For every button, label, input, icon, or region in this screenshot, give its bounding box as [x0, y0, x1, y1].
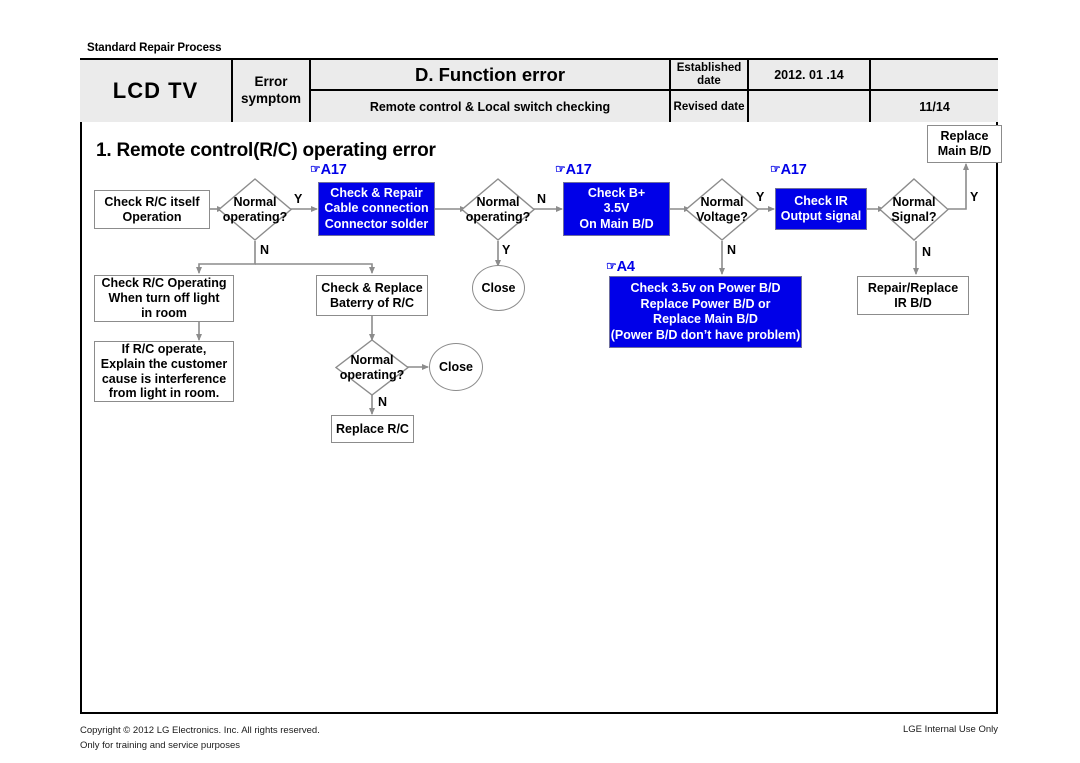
decision-4-label: Normal Signal? [891, 195, 936, 224]
decision-1-label: Normal operating? [223, 195, 288, 224]
node-check-rc-itself-line1: Check R/C itself [104, 194, 200, 209]
edge-label-n1: N [260, 243, 270, 257]
edge-label-y2: Y [502, 243, 511, 257]
node-replace-main-bd-line2: Main B/D [937, 144, 992, 158]
decision-normal-operating-3[interactable]: Normal operating? [335, 339, 409, 396]
edge-label-n2: N [537, 192, 547, 206]
ref-tag-a17-2[interactable]: ☞A17 [555, 162, 592, 178]
decision-3-line1: Normal [700, 195, 744, 210]
node-check-b-plus[interactable]: Check B+ 3.5V On Main B/D [563, 182, 670, 236]
decision-normal-voltage[interactable]: Normal Voltage? [685, 178, 759, 241]
ref-tag-a17-1[interactable]: ☞A17 [310, 162, 347, 178]
decision-4-line2: Signal? [891, 209, 937, 224]
node-replace-rc-label: Replace R/C [336, 421, 409, 436]
edge-label-y3: Y [756, 190, 765, 204]
pointing-hand-icon: ☞ [310, 162, 321, 176]
node-check-rc-itself[interactable]: Check R/C itself Operation [94, 190, 210, 229]
node-check-power-bd-line3: Replace Main B/D [653, 312, 758, 326]
node-check-ir-line2: Output signal [780, 209, 862, 223]
pointing-hand-icon: ☞ [606, 259, 617, 273]
node-replace-rc[interactable]: Replace R/C [331, 415, 414, 443]
node-close-2-label: Close [438, 359, 474, 374]
edge-label-n3: N [727, 243, 737, 257]
node-check-b-plus-line1: Check B+ [587, 185, 646, 200]
pointing-hand-icon: ☞ [555, 162, 566, 176]
decision-2-line2: operating? [465, 209, 531, 224]
edge-label-y1: Y [294, 192, 303, 206]
decision-1-line1: Normal [233, 195, 277, 210]
ref-tag-a17-3[interactable]: ☞A17 [770, 162, 807, 178]
node-check-ir-output[interactable]: Check IR Output signal [775, 188, 867, 230]
flowchart: Check R/C itself Operation Normal operat… [82, 40, 1002, 712]
node-check-repair-cable[interactable]: Check & Repair Cable connection Connecto… [318, 182, 435, 236]
node-check-replace-battery-line1: Check & Replace [321, 280, 423, 295]
decision-1-line2: operating? [222, 209, 288, 224]
node-explain-line4: from light in room. [108, 386, 220, 401]
footer-copyright: Copyright © 2012 LG Electronics. Inc. Al… [80, 724, 320, 753]
edge-label-n5: N [378, 395, 388, 409]
node-check-replace-battery-line2: Baterry of R/C [329, 295, 415, 310]
node-close-2[interactable]: Close [429, 343, 483, 391]
node-replace-main-bd[interactable]: Replace Main B/D [927, 125, 1002, 163]
node-replace-main-bd-line1: Replace [940, 129, 989, 144]
node-check-repair-cable-line3: Connector solder [324, 216, 429, 231]
decision-5-label: Normal operating? [340, 353, 405, 382]
node-check-repair-cable-line2: Cable connection [324, 201, 429, 216]
node-check-b-plus-line3: On Main B/D [579, 216, 654, 231]
node-repair-replace-ir-line1: Repair/Replace [867, 280, 959, 295]
decision-2-line1: Normal [476, 195, 520, 210]
node-explain-line3: cause is interference [101, 371, 227, 386]
node-explain-line2: Explain the customer [100, 356, 228, 371]
decision-4-line1: Normal [892, 195, 936, 210]
decision-normal-operating-1[interactable]: Normal operating? [218, 178, 292, 241]
ref-tag-a17-2-label: A17 [565, 162, 592, 178]
ref-tag-a4-label: A4 [616, 259, 635, 275]
decision-3-line2: Voltage? [696, 209, 748, 224]
node-repair-replace-ir-line2: IR B/D [894, 295, 932, 310]
node-check-rc-light-line1: Check R/C Operating [101, 276, 227, 291]
pointing-hand-icon: ☞ [770, 162, 781, 176]
page-root: Standard Repair Process LCD TV Error sym… [0, 0, 1080, 763]
node-check-rc-itself-line2: Operation [122, 209, 182, 224]
node-check-ir-line1: Check IR [794, 193, 848, 208]
node-repair-replace-ir-bd[interactable]: Repair/Replace IR B/D [857, 276, 969, 315]
node-explain-line1: If R/C operate, [121, 342, 207, 356]
node-check-repair-cable-line1: Check & Repair [330, 185, 423, 200]
node-check-replace-battery[interactable]: Check & Replace Baterry of R/C [316, 275, 428, 316]
node-check-b-plus-line2: 3.5V [603, 201, 630, 216]
node-explain-interference[interactable]: If R/C operate, Explain the customer cau… [94, 341, 234, 402]
node-close-1[interactable]: Close [472, 265, 525, 311]
edge-label-y4: Y [970, 190, 979, 204]
node-check-rc-light[interactable]: Check R/C Operating When turn off light … [94, 275, 234, 322]
footer-internal-use: LGE Internal Use Only [902, 724, 998, 735]
footer-copyright-line1: Copyright © 2012 LG Electronics. Inc. Al… [80, 725, 320, 736]
decision-normal-operating-2[interactable]: Normal operating? [461, 178, 535, 241]
node-check-power-bd[interactable]: Check 3.5v on Power B/D Replace Power B/… [609, 276, 802, 348]
decision-5-line2: operating? [339, 367, 405, 382]
decision-5-line1: Normal [350, 353, 394, 368]
edge-label-n4: N [922, 245, 932, 259]
ref-tag-a17-1-label: A17 [320, 162, 347, 178]
footer-copyright-line2: Only for training and service purposes [80, 739, 240, 751]
decision-normal-signal[interactable]: Normal Signal? [879, 178, 949, 241]
decision-3-label: Normal Voltage? [696, 195, 748, 224]
node-close-1-label: Close [481, 280, 516, 295]
node-check-rc-light-line2: When turn off light [108, 291, 220, 306]
decision-2-label: Normal operating? [466, 195, 531, 224]
ref-tag-a17-3-label: A17 [780, 162, 807, 178]
node-check-power-bd-line2: Replace Power B/D or [640, 296, 771, 311]
ref-tag-a4[interactable]: ☞A4 [606, 259, 635, 275]
node-check-power-bd-line1: Check 3.5v on Power B/D [630, 281, 781, 295]
node-check-power-bd-line4: (Power B/D don’t have problem) [610, 327, 801, 342]
node-check-rc-light-line3: in room [141, 305, 187, 320]
